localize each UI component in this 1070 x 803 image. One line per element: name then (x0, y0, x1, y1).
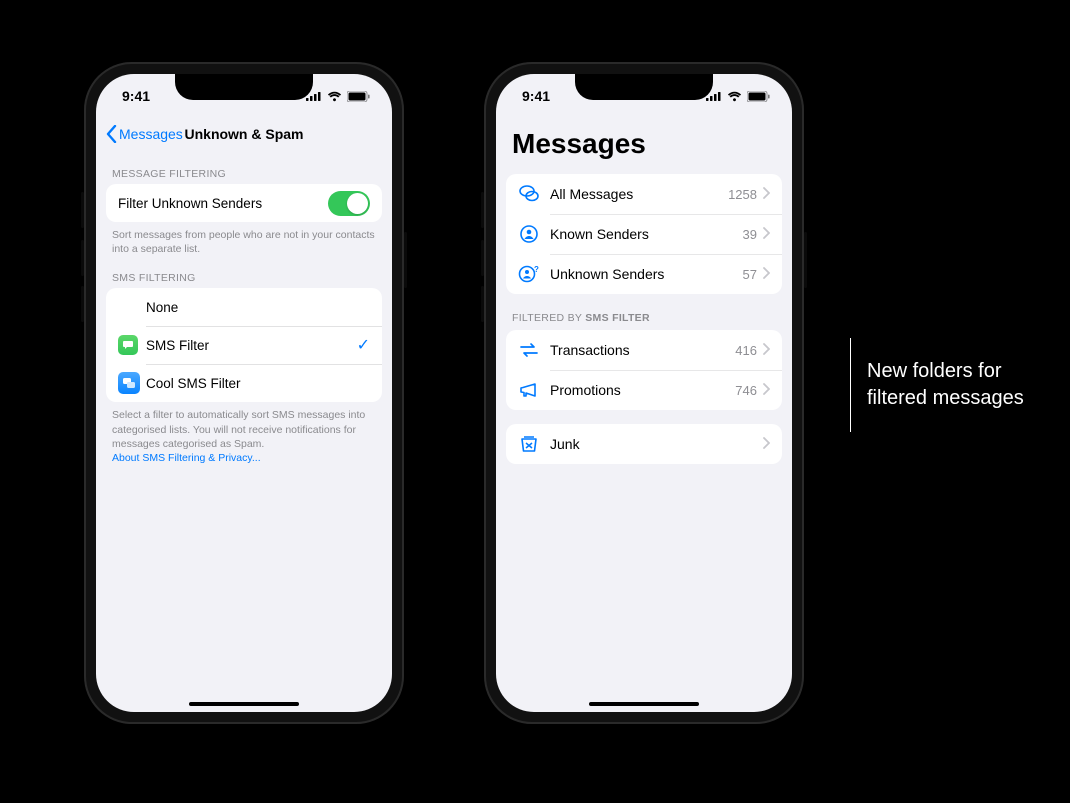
chat-bubbles-icon (518, 184, 550, 204)
chevron-right-icon (763, 436, 770, 452)
footer-sms-filtering: Select a filter to automatically sort SM… (96, 402, 392, 465)
annotation-callout: New folders for filtered messages (850, 338, 1027, 432)
folder-count: 416 (735, 343, 757, 358)
back-label: Messages (119, 126, 183, 142)
toggle-filter-unknown[interactable] (328, 191, 370, 216)
folder-label: Unknown Senders (550, 266, 743, 282)
folder-known-senders[interactable]: Known Senders 39 (506, 214, 782, 254)
home-indicator[interactable] (589, 702, 699, 706)
status-time: 9:41 (522, 88, 550, 104)
chevron-left-icon (106, 125, 117, 143)
folder-count: 57 (743, 267, 757, 282)
annotation-text: New folders for filtered messages (867, 358, 1027, 412)
home-indicator[interactable] (189, 702, 299, 706)
notch (175, 74, 313, 100)
footer-filter-unknown: Sort messages from people who are not in… (96, 222, 392, 256)
nav-bar: Messages Unknown & Spam (96, 118, 392, 150)
row-filter-unknown[interactable]: Filter Unknown Senders (106, 184, 382, 222)
folder-count: 39 (743, 227, 757, 242)
chevron-right-icon (763, 342, 770, 358)
folder-label: Promotions (550, 382, 735, 398)
transactions-icon (518, 341, 550, 359)
row-filter-cool-sms[interactable]: Cool SMS Filter (106, 364, 382, 402)
row-filter-sms[interactable]: SMS Filter ✓ (106, 326, 382, 364)
chat-bubble-icon (118, 335, 138, 355)
section-header-message-filtering: MESSAGE FILTERING (96, 158, 392, 184)
folder-junk[interactable]: Junk (506, 424, 782, 464)
status-icons (306, 91, 370, 102)
chevron-right-icon (763, 266, 770, 282)
annotation-divider (850, 338, 851, 432)
section-header-sms-filtering: SMS FILTERING (96, 256, 392, 288)
folder-label: All Messages (550, 186, 728, 202)
row-label: None (146, 300, 370, 315)
status-time: 9:41 (122, 88, 150, 104)
folder-count: 1258 (728, 187, 757, 202)
wifi-icon (727, 91, 742, 102)
status-icons (706, 91, 770, 102)
chevron-right-icon (763, 226, 770, 242)
svg-text:?: ? (534, 265, 539, 274)
notch (575, 74, 713, 100)
page-title: Messages (496, 118, 792, 174)
folder-label: Transactions (550, 342, 735, 358)
folder-label: Junk (550, 436, 763, 452)
phone-settings: 9:41 Messages Unknown & Spam MESSAGE FIL… (84, 62, 404, 724)
folder-count: 746 (735, 383, 757, 398)
link-sms-privacy[interactable]: About SMS Filtering & Privacy... (112, 452, 261, 464)
megaphone-icon (518, 381, 550, 399)
chat-bubbles-icon (118, 372, 140, 394)
battery-icon (347, 91, 370, 102)
chevron-right-icon (763, 186, 770, 202)
wifi-icon (327, 91, 342, 102)
app-icon-sms-filter (118, 335, 146, 355)
folder-promotions[interactable]: Promotions 746 (506, 370, 782, 410)
person-known-icon (518, 224, 550, 244)
folder-label: Known Senders (550, 226, 743, 242)
nav-title: Unknown & Spam (184, 126, 303, 142)
person-unknown-icon: ? (518, 264, 550, 284)
checkmark-icon: ✓ (357, 335, 370, 355)
folder-transactions[interactable]: Transactions 416 (506, 330, 782, 370)
section-header-filtered-by: FILTERED BY SMS FILTER (496, 294, 792, 330)
row-label: Filter Unknown Senders (118, 196, 328, 211)
app-icon-cool-sms-filter (118, 372, 146, 394)
row-label: SMS Filter (146, 338, 357, 353)
junk-icon (518, 434, 550, 454)
battery-icon (747, 91, 770, 102)
row-label: Cool SMS Filter (146, 376, 370, 391)
chevron-right-icon (763, 382, 770, 398)
folder-unknown-senders[interactable]: ? Unknown Senders 57 (506, 254, 782, 294)
back-button[interactable]: Messages (106, 125, 183, 143)
folder-all-messages[interactable]: All Messages 1258 (506, 174, 782, 214)
phone-messages: 9:41 Messages All Messages 1258 (484, 62, 804, 724)
row-filter-none[interactable]: None (106, 288, 382, 326)
